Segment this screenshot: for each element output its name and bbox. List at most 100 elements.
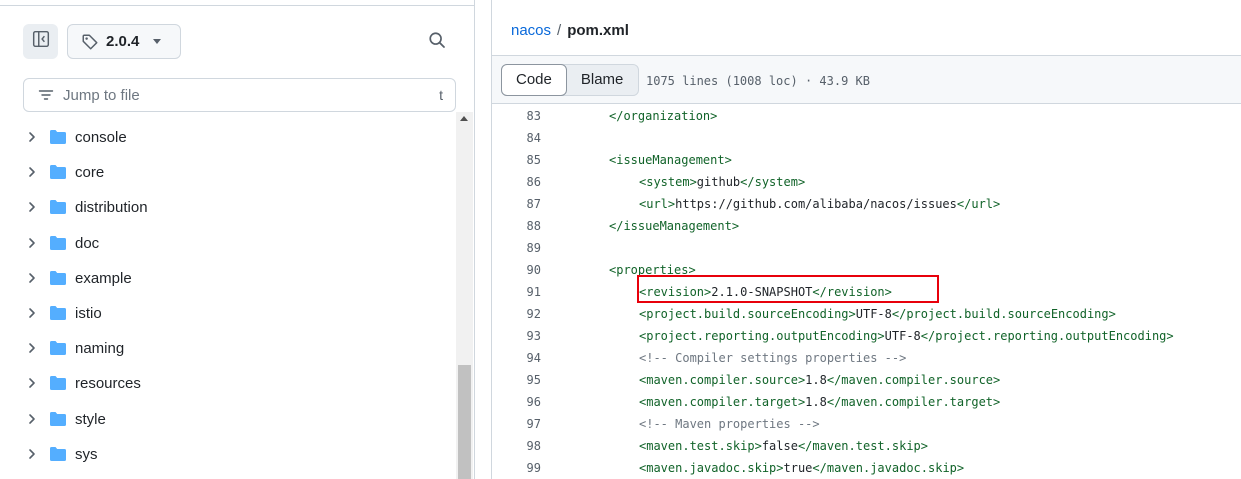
tree-item-label: doc xyxy=(75,234,100,252)
line-content: <issueManagement> xyxy=(609,153,732,167)
breadcrumb-file-name: pom.xml xyxy=(567,22,629,39)
line-number[interactable]: 87 xyxy=(492,197,541,211)
tree-item-console[interactable]: console xyxy=(0,120,456,155)
xml-tag: </project.reporting.outputEncoding> xyxy=(920,329,1174,343)
chevron-right-icon[interactable] xyxy=(26,237,38,249)
xml-value: false xyxy=(761,439,798,453)
xml-tag: </maven.compiler.target> xyxy=(826,395,1001,409)
chevron-right-icon[interactable] xyxy=(26,307,38,319)
code-line: 98 <maven.test.skip>false</maven.test.ski… xyxy=(492,435,1241,457)
tree-item-label: console xyxy=(75,129,127,146)
xml-tag: </system> xyxy=(740,175,806,189)
line-content: </organization> xyxy=(609,109,717,123)
xml-tag: <maven.test.skip> xyxy=(639,439,762,453)
folder-icon xyxy=(49,305,67,321)
chevron-right-icon[interactable] xyxy=(26,166,38,178)
collapse-file-tree-button[interactable] xyxy=(23,24,58,59)
code-line: 96 <maven.compiler.target>1.8</maven.comp… xyxy=(492,391,1241,413)
breadcrumb-repo-link[interactable]: nacos xyxy=(511,22,551,39)
line-content: <project.reporting.outputEncoding>UTF-8<… xyxy=(639,329,1174,343)
blame-view-button[interactable]: Blame xyxy=(566,65,639,95)
chevron-right-icon[interactable] xyxy=(26,448,38,460)
file-view-pane: nacos / pom.xml Code Blame 1075 lines (1… xyxy=(492,0,1241,479)
chevron-right-icon[interactable] xyxy=(26,413,38,425)
xml-tag: <maven.compiler.source> xyxy=(639,373,806,387)
chevron-right-icon[interactable] xyxy=(26,342,38,354)
tree-item-label: istio xyxy=(75,305,102,322)
line-number[interactable]: 95 xyxy=(492,373,541,387)
line-number[interactable]: 88 xyxy=(492,219,541,233)
chevron-right-icon[interactable] xyxy=(26,201,38,213)
line-number[interactable]: 98 xyxy=(492,439,541,453)
tree-item-label: sys xyxy=(75,445,98,463)
annotation-highlight-box xyxy=(637,275,939,303)
scroll-up-arrow-icon[interactable] xyxy=(460,116,468,121)
line-number[interactable]: 94 xyxy=(492,351,541,365)
folder-icon xyxy=(49,270,67,286)
search-button[interactable] xyxy=(424,29,450,55)
code-line: 88 </issueManagement> xyxy=(492,215,1241,237)
branch-label: 2.0.4 xyxy=(106,33,140,50)
xml-value: 1.8 xyxy=(805,373,827,387)
line-number[interactable]: 90 xyxy=(492,263,541,277)
keyboard-shortcut-hint: t xyxy=(439,87,443,103)
line-number[interactable]: 86 xyxy=(492,175,541,189)
line-number[interactable]: 97 xyxy=(492,417,541,431)
pane-resize-gutter[interactable] xyxy=(475,0,492,479)
tree-item-label: distribution xyxy=(75,199,148,217)
folder-icon xyxy=(49,199,67,215)
line-number[interactable]: 91 xyxy=(492,285,541,299)
folder-icon xyxy=(49,375,67,391)
tree-item-istio[interactable]: istio xyxy=(0,296,456,331)
scrollbar-thumb[interactable] xyxy=(458,365,471,479)
xml-tag: <project.reporting.outputEncoding> xyxy=(639,329,885,343)
folder-icon xyxy=(49,164,67,180)
code-line: 83 </organization> xyxy=(492,105,1241,127)
code-line: 84 xyxy=(492,127,1241,149)
line-number[interactable]: 92 xyxy=(492,307,541,321)
filter-icon xyxy=(38,87,54,103)
xml-tag: <maven.compiler.target> xyxy=(639,395,806,409)
xml-tag: <issueManagement> xyxy=(609,153,732,167)
line-number[interactable]: 85 xyxy=(492,153,541,167)
jump-to-file-field[interactable]: t xyxy=(23,78,456,112)
line-content: <!-- Compiler settings properties --> xyxy=(639,351,906,365)
chevron-right-icon[interactable] xyxy=(26,131,38,143)
xml-tag: <url> xyxy=(639,197,676,211)
xml-tag: </project.build.sourceEncoding> xyxy=(891,307,1116,321)
xml-tag: </maven.javadoc.skip> xyxy=(812,461,965,475)
tree-item-label: core xyxy=(75,164,105,182)
code-line: 85 <issueManagement> xyxy=(492,149,1241,171)
xml-tag: </maven.test.skip> xyxy=(797,439,928,453)
tree-item-example[interactable]: example xyxy=(0,261,456,296)
line-number[interactable]: 84 xyxy=(492,131,541,145)
tree-item-doc[interactable]: doc xyxy=(0,226,456,261)
file-meta-info: 1075 lines (1008 loc) · 43.9 KB xyxy=(646,74,870,88)
xml-value: true xyxy=(783,461,813,475)
branch-selector-button[interactable]: 2.0.4 xyxy=(67,24,181,59)
chevron-right-icon[interactable] xyxy=(26,377,38,389)
tree-item-core[interactable]: core xyxy=(0,155,456,190)
tree-item-resources[interactable]: resources xyxy=(0,366,456,401)
line-number[interactable]: 96 xyxy=(492,395,541,409)
line-number[interactable]: 83 xyxy=(492,109,541,123)
code-line: 95 <maven.compiler.source>1.8</maven.comp… xyxy=(492,369,1241,391)
jump-to-file-input[interactable] xyxy=(63,86,413,104)
line-content: </issueManagement> xyxy=(609,219,739,233)
tree-item-naming[interactable]: naming xyxy=(0,331,456,366)
tree-item-sys[interactable]: sys xyxy=(0,437,456,472)
code-line: 89 xyxy=(492,237,1241,259)
file-tree-pane: 2.0.4 t console core distribution doc exampl… xyxy=(0,0,474,479)
folder-icon xyxy=(49,129,67,145)
tree-item-distribution[interactable]: distribution xyxy=(0,190,456,225)
tree-item-label: naming xyxy=(75,340,125,358)
chevron-right-icon[interactable] xyxy=(26,272,38,284)
code-view-button[interactable]: Code xyxy=(501,64,567,96)
top-divider xyxy=(0,5,474,6)
xml-tag: </issueManagement> xyxy=(609,219,740,233)
line-number[interactable]: 99 xyxy=(492,461,541,475)
line-number[interactable]: 93 xyxy=(492,329,541,343)
tree-item-style[interactable]: style xyxy=(0,402,456,437)
folder-icon xyxy=(49,340,67,356)
line-number[interactable]: 89 xyxy=(492,241,541,255)
